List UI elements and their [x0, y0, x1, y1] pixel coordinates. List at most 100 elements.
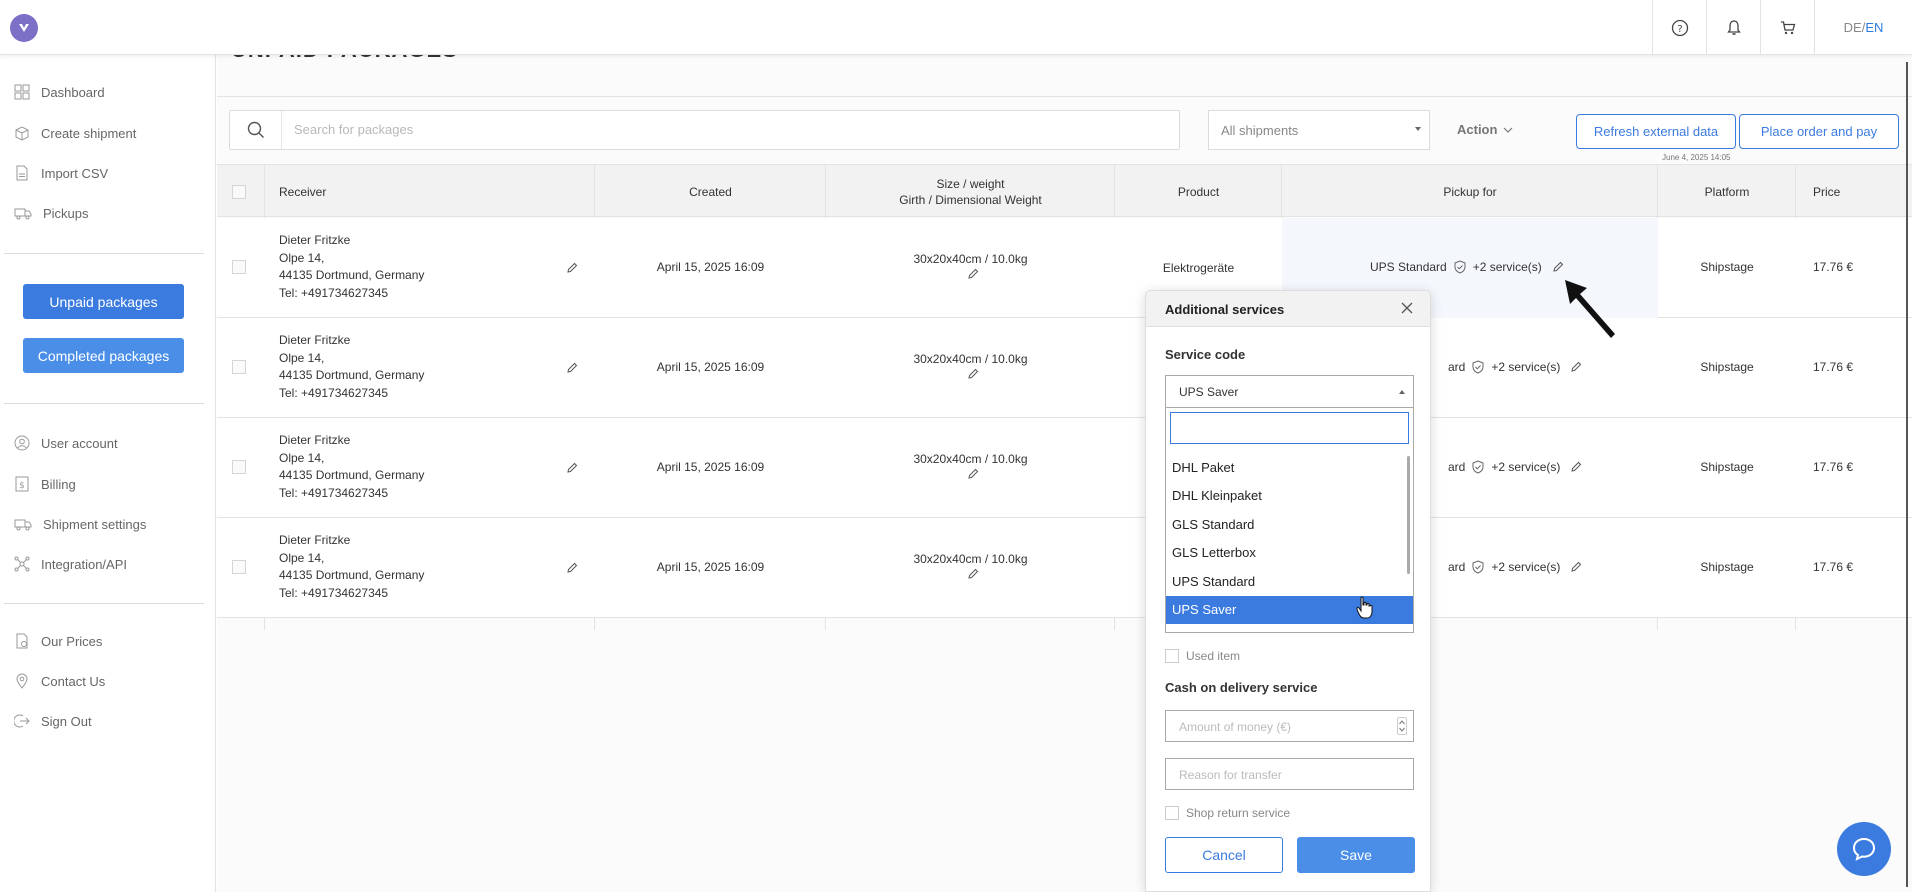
sidebar-item-contact-us[interactable]: Contact Us	[14, 670, 105, 692]
sidebar-item-create-shipment[interactable]: Create shipment	[14, 122, 136, 144]
edit-size-pencil-icon[interactable]	[967, 268, 979, 280]
sidebar-item-our-prices[interactable]: Our Prices	[14, 630, 102, 652]
dropdown-search-input[interactable]	[1170, 412, 1409, 444]
completed-packages-button[interactable]: Completed packages	[23, 338, 184, 373]
close-icon[interactable]	[1400, 301, 1414, 315]
edit-size-pencil-icon[interactable]	[967, 468, 979, 480]
receiver-street: Olpe 14,	[279, 250, 325, 265]
col-platform: Platform	[1704, 184, 1750, 199]
amount-placeholder: Amount of money (€)	[1179, 720, 1292, 734]
option-dhl-paket[interactable]: DHL Paket	[1166, 453, 1413, 482]
sign-out-icon	[14, 714, 30, 728]
price-cell: 17.76 €	[1813, 360, 1854, 374]
pickup-cell: ard +2 service(s)	[1448, 560, 1582, 574]
option-ups-standard[interactable]: UPS Standard	[1166, 567, 1413, 596]
shipments-filter-select[interactable]: All shipments	[1208, 110, 1430, 150]
sidebar-item-pickups[interactable]: Pickups	[14, 202, 89, 224]
logo-icon	[19, 24, 29, 32]
edit-receiver-pencil-icon[interactable]	[566, 562, 578, 574]
cod-label: Cash on delivery service	[1165, 680, 1318, 695]
edit-size-pencil-icon[interactable]	[967, 368, 979, 380]
shop-return-checkbox[interactable]	[1165, 806, 1179, 820]
lang-en[interactable]: EN	[1865, 20, 1883, 35]
shield-check-icon	[1472, 460, 1484, 474]
receiver-street: Olpe 14,	[279, 450, 325, 465]
pickup-extra-services: +2 service(s)	[1472, 260, 1542, 274]
row-checkbox[interactable]	[232, 260, 246, 274]
edit-receiver-pencil-icon[interactable]	[566, 462, 578, 474]
search-input[interactable]: Search for packages	[294, 122, 413, 137]
edit-receiver-pencil-icon[interactable]	[566, 262, 578, 274]
unpaid-packages-button[interactable]: Unpaid packages	[23, 284, 184, 319]
sidebar-item-label: Our Prices	[41, 633, 103, 649]
app-logo[interactable]	[10, 14, 38, 42]
size-cell: 30x20x40cm / 10.0kg	[913, 352, 1028, 366]
location-pin-icon	[16, 673, 28, 689]
used-item-checkbox[interactable]	[1165, 649, 1179, 663]
col-created: Created	[689, 184, 732, 199]
notifications-button[interactable]	[1706, 0, 1760, 55]
edit-pickup-pencil-icon[interactable]	[1570, 461, 1582, 473]
chat-button[interactable]	[1837, 822, 1891, 876]
created-cell: April 15, 2025 16:09	[656, 460, 765, 474]
place-order-button[interactable]: Place order and pay	[1739, 114, 1899, 149]
receiver-name: Dieter Fritzke	[279, 433, 351, 447]
filter-value: All shipments	[1221, 123, 1299, 138]
sidebar-item-import-csv[interactable]: Import CSV	[14, 162, 108, 184]
title-strip: UNPAID PACKAGES	[217, 55, 1912, 97]
used-item-label: Used item	[1186, 649, 1241, 663]
shield-check-icon	[1454, 260, 1466, 274]
price-cell: 17.76 €	[1813, 460, 1854, 474]
help-button[interactable]: ?	[1652, 0, 1706, 55]
amount-input[interactable]: Amount of money (€)	[1165, 710, 1414, 742]
select-all-checkbox[interactable]	[232, 185, 246, 199]
page-scrollbar[interactable]	[1906, 62, 1908, 887]
shop-return-checkbox-row[interactable]: Shop return service	[1165, 806, 1290, 820]
option-gls-standard[interactable]: GLS Standard	[1166, 510, 1413, 539]
sidebar-divider	[4, 253, 204, 254]
edit-size-pencil-icon[interactable]	[967, 568, 979, 580]
pickup-extra-services: +2 service(s)	[1491, 360, 1561, 374]
sidebar-item-dashboard[interactable]: Dashboard	[14, 81, 105, 103]
sidebar-item-billing[interactable]: $ Billing	[14, 473, 76, 495]
row-checkbox[interactable]	[232, 560, 246, 574]
edit-pickup-pencil-icon[interactable]	[1552, 261, 1564, 273]
csv-file-icon	[16, 165, 28, 181]
product-cell: Elektrogeräte	[1162, 261, 1235, 275]
receiver-address: Dieter Fritzke Olpe 14, 44135 Dortmund, …	[279, 532, 424, 602]
option-gls-letterbox[interactable]: GLS Letterbox	[1166, 539, 1413, 568]
row-checkbox[interactable]	[232, 360, 246, 374]
edit-receiver-pencil-icon[interactable]	[566, 362, 578, 374]
cart-button[interactable]	[1760, 0, 1814, 55]
sidebar-item-shipment-settings[interactable]: Shipment settings	[14, 513, 146, 535]
option-ups-saver[interactable]: UPS Saver	[1166, 595, 1413, 624]
size-cell: 30x20x40cm / 10.0kg	[913, 552, 1028, 566]
service-code-select[interactable]: UPS Saver	[1165, 375, 1414, 408]
col-size-line2: Girth / Dimensional Weight	[899, 192, 1042, 207]
option-dhl-kleinpaket[interactable]: DHL Kleinpaket	[1166, 482, 1413, 511]
sidebar-item-label: Create shipment	[41, 125, 137, 141]
dashboard-icon	[14, 84, 30, 100]
action-dropdown[interactable]: Action	[1457, 122, 1514, 137]
sidebar-item-integration-api[interactable]: Integration/API	[14, 553, 127, 575]
search-box[interactable]: Search for packages	[229, 110, 1180, 150]
dropdown-scrollbar[interactable]	[1407, 456, 1410, 574]
lang-de[interactable]: DE	[1844, 20, 1862, 35]
row-checkbox[interactable]	[232, 460, 246, 474]
save-button[interactable]: Save	[1297, 837, 1415, 873]
search-icon-wrap[interactable]	[230, 111, 282, 149]
sidebar-item-label: Import CSV	[41, 165, 109, 181]
table-row: Dieter Fritzke Olpe 14, 44135 Dortmund, …	[217, 218, 1912, 318]
sidebar-item-label: Billing	[41, 476, 76, 492]
sidebar-item-sign-out[interactable]: Sign Out	[14, 710, 92, 732]
delivery-truck-icon	[14, 519, 32, 531]
reason-input[interactable]: Reason for transfer	[1165, 758, 1414, 790]
refresh-external-data-button[interactable]: Refresh external data	[1576, 114, 1736, 149]
edit-pickup-pencil-icon[interactable]	[1570, 361, 1582, 373]
amount-stepper[interactable]	[1397, 717, 1407, 735]
edit-pickup-pencil-icon[interactable]	[1570, 561, 1582, 573]
sidebar-item-user-account[interactable]: User account	[14, 432, 118, 454]
used-item-checkbox-row[interactable]: Used item	[1165, 649, 1240, 663]
cancel-button[interactable]: Cancel	[1165, 837, 1283, 873]
sidebar-item-label: Shipment settings	[43, 516, 147, 532]
